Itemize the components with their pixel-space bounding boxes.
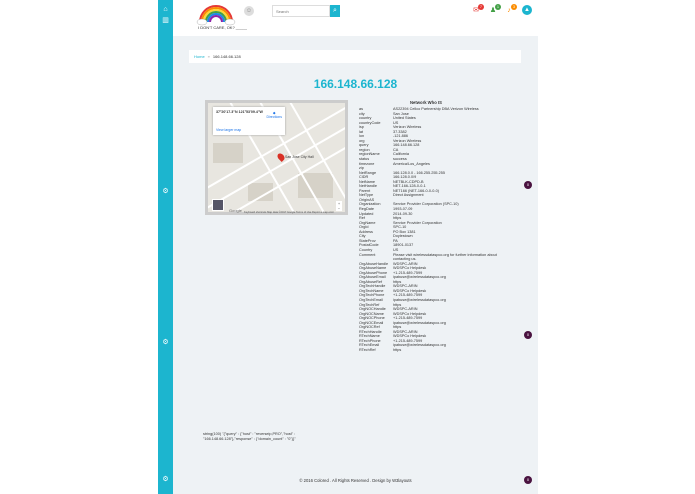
directions-label: Directions — [266, 115, 282, 119]
directions-link[interactable]: ◆ Directions — [266, 111, 282, 119]
breadcrumb-current: 166.148.66.128 — [212, 54, 241, 59]
page-title: 166.148.66.128 — [313, 77, 398, 91]
chart-icon[interactable]: ▥ — [162, 17, 169, 24]
larger-map-link[interactable]: View larger map — [216, 128, 241, 132]
fab-button[interactable]: 0 — [524, 476, 532, 484]
raw-response: string(100) "{"query" : {"host" : "rever… — [203, 432, 296, 441]
notif-badge: 3 — [511, 4, 517, 10]
map-pin-label: San Jose City Hall — [285, 155, 314, 159]
logo-text: I DON'T CARE, OK? _____ — [198, 25, 247, 30]
whois-key: RTechRef — [359, 347, 376, 352]
gear-icon[interactable]: ⚙ — [162, 339, 169, 346]
notif-badge: 1 — [495, 4, 501, 10]
breadcrumb-home-link[interactable]: Home — [194, 54, 205, 59]
map-attribution[interactable]: Keyboard shortcuts Map data ©2017 Google… — [244, 211, 334, 214]
map-block — [213, 143, 243, 163]
whois-title: Network Who IS — [410, 100, 442, 105]
home-icon[interactable]: ⌂ — [162, 6, 169, 13]
search-input[interactable] — [272, 5, 330, 17]
whois-value: https — [393, 347, 402, 352]
avatar[interactable]: ☺ — [244, 6, 254, 16]
map-info-card: 37°20'17.3"N 121°53'09.4"W ◆ Directions V… — [213, 107, 285, 135]
google-logo: Google — [229, 208, 242, 213]
whois-key: Comment — [359, 252, 376, 257]
whois-row: Comment Please visit wirelessdataspco.org… — [359, 253, 509, 262]
whois-row: RTechRef https — [359, 348, 509, 353]
gear-icon[interactable]: ⚙ — [162, 476, 169, 483]
breadcrumb-separator: » — [207, 54, 210, 59]
footer: © 2016 Colored . All Rights Reserved . D… — [299, 478, 412, 483]
bell-icon[interactable]: ♪ 3 — [503, 4, 517, 16]
user-icon[interactable]: ♟ 1 — [487, 4, 501, 16]
mail-icon[interactable]: ✉ 7 — [470, 4, 484, 16]
notif-badge: 7 — [478, 4, 484, 10]
whois-table: as AS22394 Cellco Partnership DBA Verizon… — [359, 107, 509, 353]
user-menu-button[interactable]: ▲ — [522, 5, 532, 15]
fab-button[interactable]: 0 — [524, 331, 532, 339]
sidebar: ⌂ ▥ ⚙ ⚙ ⚙ — [158, 0, 173, 494]
gear-icon[interactable]: ⚙ — [162, 188, 169, 195]
zoom-control[interactable]: + − — [336, 201, 342, 211]
fab-button[interactable]: 0 — [524, 181, 532, 189]
satellite-toggle[interactable] — [212, 199, 224, 211]
whois-value: Please visit wirelessdataspco.org for fu… — [393, 252, 497, 262]
search-icon: ⌕ — [333, 7, 337, 14]
breadcrumb: Home» 166.148.66.128 — [189, 50, 521, 63]
search-button[interactable]: ⌕ — [330, 5, 340, 17]
